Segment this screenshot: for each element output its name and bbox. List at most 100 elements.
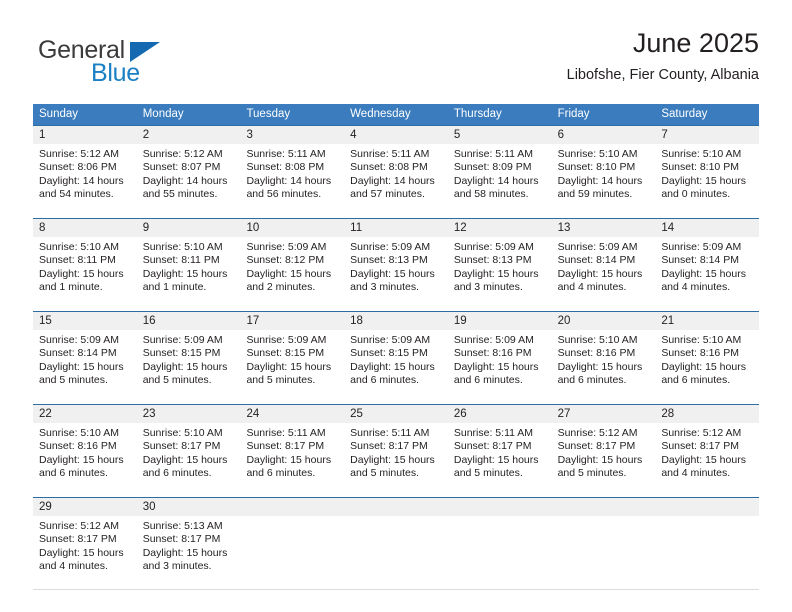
day-details: Sunrise: 5:10 AM Sunset: 8:16 PM Dayligh… [552,330,656,388]
day-cell[interactable]: 14 Sunrise: 5:09 AM Sunset: 8:14 PM Dayl… [655,219,760,311]
daylight-text-line1: Daylight: 14 hours [246,174,332,187]
day-details: Sunrise: 5:11 AM Sunset: 8:09 PM Dayligh… [448,144,552,202]
day-cell[interactable]: 15 Sunrise: 5:09 AM Sunset: 8:14 PM Dayl… [33,312,137,404]
day-details [448,516,552,520]
day-number: 22 [33,405,137,423]
day-details: Sunrise: 5:10 AM Sunset: 8:11 PM Dayligh… [33,237,137,295]
day-cell[interactable]: 22 Sunrise: 5:10 AM Sunset: 8:16 PM Dayl… [33,405,137,497]
sunrise-text: Sunrise: 5:09 AM [350,241,431,253]
sunrise-text: Sunrise: 5:09 AM [39,334,119,346]
weekday-header-monday: Monday [142,108,184,120]
day-cell[interactable]: 5 Sunrise: 5:11 AM Sunset: 8:09 PM Dayli… [447,126,552,218]
daylight-text-line2: and 4 minutes. [39,560,108,573]
day-cell[interactable]: 17 Sunrise: 5:09 AM Sunset: 8:15 PM Dayl… [240,312,345,404]
day-number: 18 [344,312,448,330]
day-cell[interactable]: 1 Sunrise: 5:12 AM Sunset: 8:06 PM Dayli… [33,126,137,218]
day-number: 5 [447,126,552,144]
day-cell[interactable]: 23 Sunrise: 5:10 AM Sunset: 8:17 PM Dayl… [136,405,241,497]
daylight-text-line2: and 1 minute. [39,281,103,294]
sunset-text: Sunset: 8:17 PM [661,440,739,453]
sunset-text: Sunset: 8:13 PM [350,254,428,267]
day-number [655,498,760,516]
weekday-header-saturday: Saturday [661,108,708,120]
sunrise-text: Sunrise: 5:11 AM [246,427,326,439]
location-subtitle: Libofshe, Fier County, Albania [566,67,759,84]
daylight-text-line1: Daylight: 15 hours [39,360,124,373]
day-cell[interactable]: 27 Sunrise: 5:12 AM Sunset: 8:17 PM Dayl… [551,405,656,497]
day-details: Sunrise: 5:11 AM Sunset: 8:08 PM Dayligh… [240,144,344,202]
day-number: 25 [344,405,448,423]
day-number: 8 [33,219,137,237]
day-cell[interactable]: 8 Sunrise: 5:10 AM Sunset: 8:11 PM Dayli… [33,219,137,311]
day-cell[interactable]: 20 Sunrise: 5:10 AM Sunset: 8:16 PM Dayl… [551,312,656,404]
day-details: Sunrise: 5:12 AM Sunset: 8:17 PM Dayligh… [655,423,759,481]
sunset-text: Sunset: 8:11 PM [142,254,220,267]
daylight-text-line2: and 58 minutes. [453,188,529,201]
day-cell[interactable]: 21 Sunrise: 5:10 AM Sunset: 8:16 PM Dayl… [655,312,760,404]
sunset-text: Sunset: 8:08 PM [246,161,325,174]
day-number: 26 [447,405,552,423]
day-details: Sunrise: 5:10 AM Sunset: 8:17 PM Dayligh… [137,423,241,481]
daylight-text-line1: Daylight: 15 hours [661,267,746,280]
daylight-text-line1: Daylight: 15 hours [453,360,539,373]
daylight-text-line2: and 55 minutes. [142,188,218,201]
sunset-text: Sunset: 8:14 PM [39,347,117,360]
sunset-text: Sunset: 8:06 PM [39,161,117,174]
day-cell[interactable]: 2 Sunrise: 5:12 AM Sunset: 8:07 PM Dayli… [136,126,241,218]
sunset-text: Sunset: 8:15 PM [350,347,428,360]
sunset-text: Sunset: 8:08 PM [350,161,428,174]
day-cell[interactable]: 13 Sunrise: 5:09 AM Sunset: 8:14 PM Dayl… [551,219,656,311]
daylight-text-line2: and 6 minutes. [142,467,212,480]
day-cell[interactable]: 4 Sunrise: 5:11 AM Sunset: 8:08 PM Dayli… [344,126,448,218]
day-cell[interactable]: 10 Sunrise: 5:09 AM Sunset: 8:12 PM Dayl… [240,219,345,311]
daylight-text-line1: Daylight: 15 hours [453,267,539,280]
day-details: Sunrise: 5:10 AM Sunset: 8:10 PM Dayligh… [655,144,759,202]
day-cell[interactable]: 29 Sunrise: 5:12 AM Sunset: 8:17 PM Dayl… [33,498,137,589]
sunset-text: Sunset: 8:15 PM [246,347,325,360]
day-number: 30 [136,498,241,516]
day-cell[interactable]: 3 Sunrise: 5:11 AM Sunset: 8:08 PM Dayli… [240,126,345,218]
day-number: 12 [447,219,552,237]
sunrise-text: Sunrise: 5:09 AM [246,334,327,346]
day-cell[interactable]: 26 Sunrise: 5:11 AM Sunset: 8:17 PM Dayl… [447,405,552,497]
day-cell[interactable]: 6 Sunrise: 5:10 AM Sunset: 8:10 PM Dayli… [551,126,656,218]
daylight-text-line1: Daylight: 15 hours [142,453,228,466]
day-cell[interactable]: 28 Sunrise: 5:12 AM Sunset: 8:17 PM Dayl… [655,405,760,497]
day-number: 21 [655,312,760,330]
daylight-text-line2: and 59 minutes. [557,188,633,201]
weekday-header-sunday: Sunday [39,108,79,120]
daylight-text-line2: and 6 minutes. [39,467,108,480]
calendar-page: General Blue June 2025 Libofshe, Fier Co… [0,0,792,612]
day-cell[interactable]: 12 Sunrise: 5:09 AM Sunset: 8:13 PM Dayl… [447,219,552,311]
day-number: 4 [344,126,448,144]
sunset-text: Sunset: 8:17 PM [557,440,636,453]
day-details: Sunrise: 5:11 AM Sunset: 8:17 PM Dayligh… [448,423,552,481]
sunset-text: Sunset: 8:14 PM [557,254,636,267]
daylight-text-line1: Daylight: 15 hours [246,360,332,373]
day-cell[interactable]: 11 Sunrise: 5:09 AM Sunset: 8:13 PM Dayl… [344,219,448,311]
weekday-header-friday: Friday [557,108,590,120]
daylight-text-line1: Daylight: 14 hours [350,174,435,187]
day-cell[interactable]: 7 Sunrise: 5:10 AM Sunset: 8:10 PM Dayli… [655,126,760,218]
day-cell[interactable]: 24 Sunrise: 5:11 AM Sunset: 8:17 PM Dayl… [240,405,345,497]
generalblue-logo[interactable]: General Blue [33,30,233,86]
sunrise-text: Sunrise: 5:12 AM [557,427,638,439]
day-details: Sunrise: 5:12 AM Sunset: 8:06 PM Dayligh… [33,144,137,202]
day-cell[interactable]: 16 Sunrise: 5:09 AM Sunset: 8:15 PM Dayl… [136,312,241,404]
sunrise-text: Sunrise: 5:11 AM [453,148,534,160]
page-title: June 2025 [632,28,759,58]
day-details: Sunrise: 5:12 AM Sunset: 8:07 PM Dayligh… [137,144,241,202]
day-cell[interactable]: 30 Sunrise: 5:13 AM Sunset: 8:17 PM Dayl… [136,498,241,589]
title-block: June 2025 Libofshe, Fier County, Albania [567,28,759,84]
day-cell-empty [551,498,656,589]
day-cell[interactable]: 9 Sunrise: 5:10 AM Sunset: 8:11 PM Dayli… [136,219,241,311]
day-cell[interactable]: 18 Sunrise: 5:09 AM Sunset: 8:15 PM Dayl… [344,312,448,404]
day-cell[interactable]: 19 Sunrise: 5:09 AM Sunset: 8:16 PM Dayl… [447,312,552,404]
daylight-text-line1: Daylight: 15 hours [246,453,332,466]
daylight-text-line2: and 57 minutes. [350,188,425,201]
sunrise-text: Sunrise: 5:10 AM [557,148,638,160]
day-details: Sunrise: 5:09 AM Sunset: 8:13 PM Dayligh… [448,237,552,295]
daylight-text-line2: and 0 minutes. [661,188,731,201]
sunrise-text: Sunrise: 5:09 AM [557,241,638,253]
day-cell[interactable]: 25 Sunrise: 5:11 AM Sunset: 8:17 PM Dayl… [344,405,448,497]
